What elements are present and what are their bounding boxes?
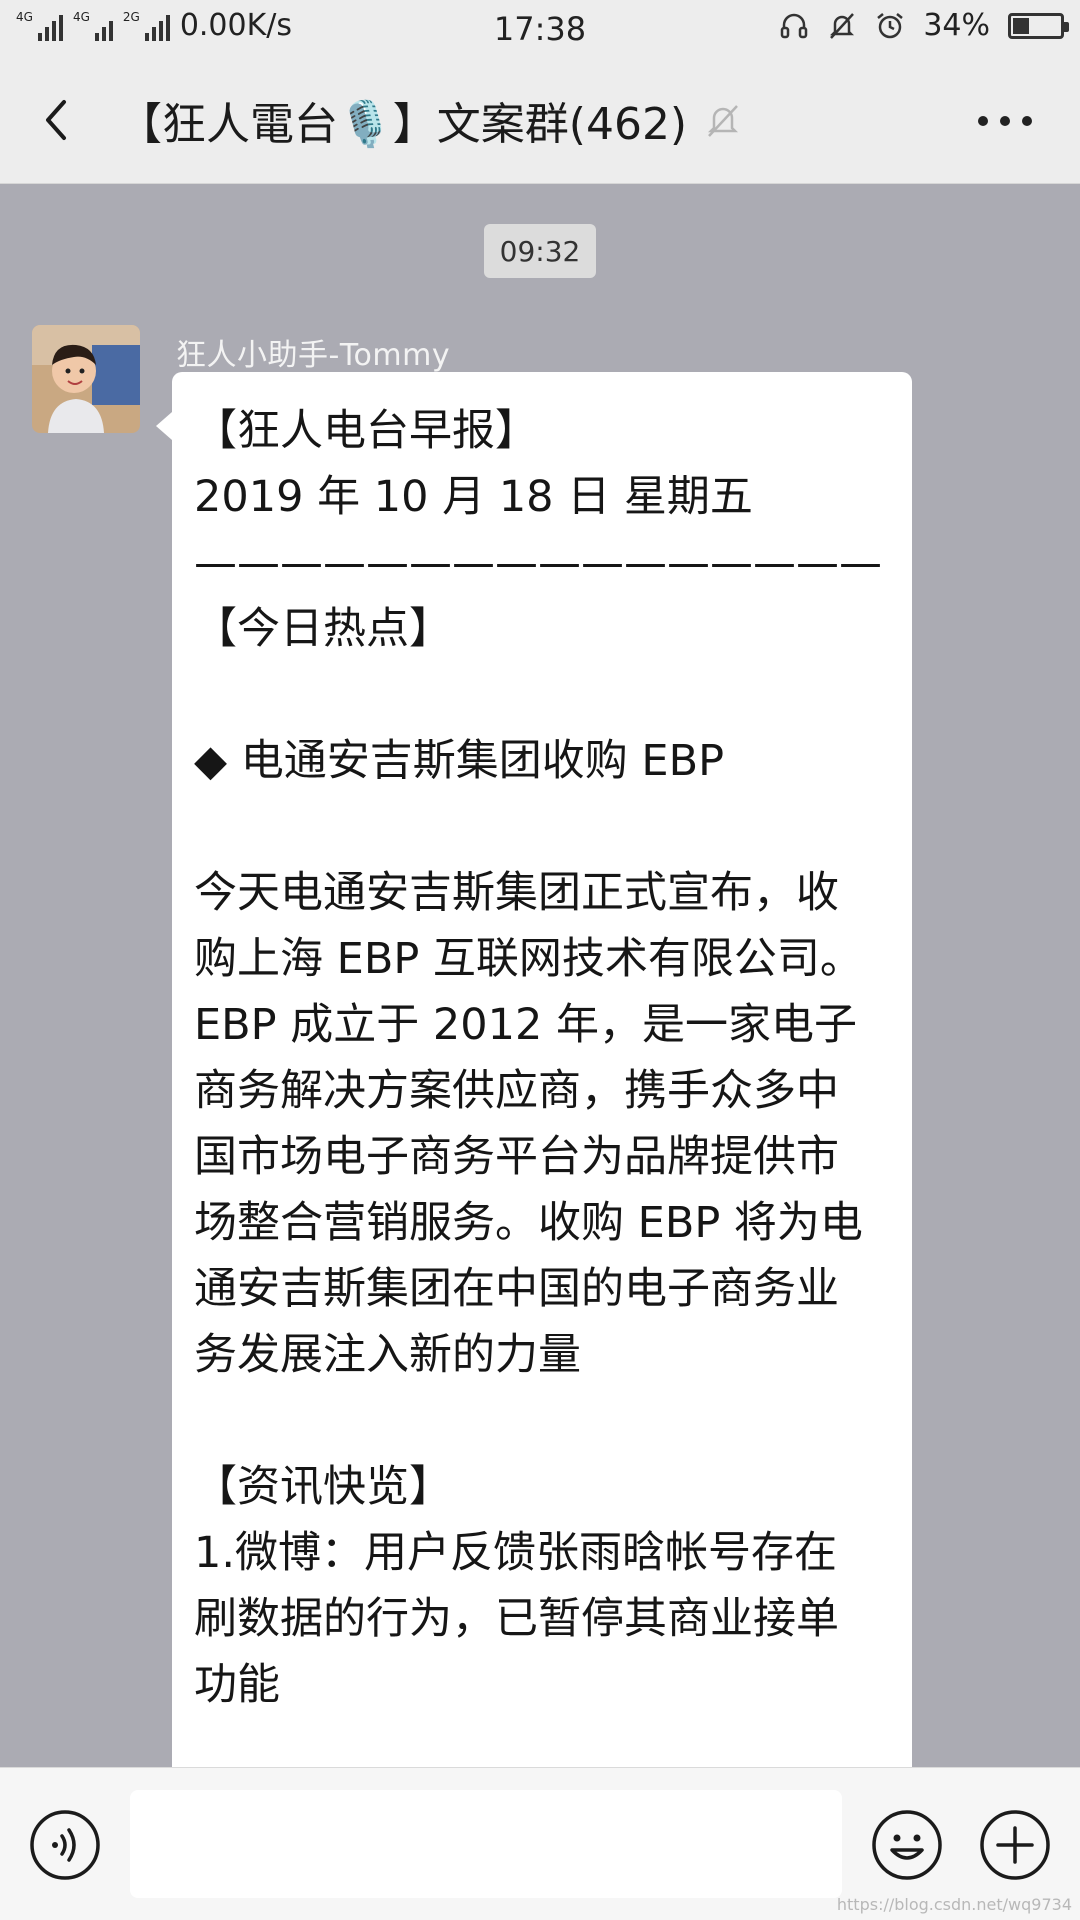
message-text: 【狂人电台早报】 2019 年 10 月 18 日 星期五 ————————————… xyxy=(194,398,890,1718)
avatar[interactable] xyxy=(32,325,140,433)
message-line: EBP 成立于 2012 年，是一家电子 xyxy=(194,1000,858,1050)
back-button[interactable] xyxy=(30,92,86,148)
headset-icon xyxy=(781,13,808,38)
message-line: 今天电通安吉斯集团正式宣布，收 xyxy=(194,868,839,918)
message-line: 商务解决方案供应商，携手众多中 xyxy=(194,1066,839,1116)
message-line: 2019 年 10 月 18 日 星期五 xyxy=(194,472,753,522)
battery-fill xyxy=(1013,17,1029,34)
dot-icon xyxy=(978,116,988,126)
message-line: 【今日热点】 xyxy=(194,604,452,654)
input-bar: https://blog.csdn.net/wq9734 xyxy=(0,1767,1080,1920)
status-right: 34% xyxy=(779,8,1069,43)
message-line: 购上海 EBP 互联网技术有限公司。 xyxy=(194,934,863,984)
mute-icon xyxy=(708,105,739,137)
avatar-image xyxy=(32,325,140,433)
message-line: 国市场电子商务平台为品牌提供市 xyxy=(194,1132,839,1182)
chat-title-wrap: 【狂人電台🎙️】文案群(462) xyxy=(118,88,743,152)
battery-icon xyxy=(1008,12,1069,39)
bell-off-icon xyxy=(830,12,855,39)
chat-header: 【狂人電台🎙️】文案群(462) xyxy=(0,56,1080,184)
voice-input-button[interactable] xyxy=(28,1808,102,1882)
more-options-button[interactable] xyxy=(970,106,1040,136)
message-line: 通安吉斯集团在中国的电子商务业 xyxy=(194,1264,839,1314)
message-line: 场整合营销服务。收购 EBP 将为电 xyxy=(194,1198,863,1248)
chat-area[interactable]: 09:32 狂人小助手-Tommy 【狂人电台早报】 2019 年 10 月 18… xyxy=(0,185,1080,1767)
message-line: ———————————————— xyxy=(194,538,882,588)
message-line: 功能 xyxy=(194,1660,280,1710)
message-line: 1.微博：用户反馈张雨晗帐号存在 xyxy=(194,1528,838,1578)
dot-icon xyxy=(1000,116,1010,126)
watermark: https://blog.csdn.net/wq9734 xyxy=(836,1895,1072,1914)
dot-icon xyxy=(1022,116,1032,126)
message-line xyxy=(194,1388,890,1454)
alarm-icon xyxy=(877,12,904,38)
message-line: 务发展注入新的力量 xyxy=(194,1330,581,1380)
message-line: 【资讯快览】 xyxy=(194,1462,452,1512)
message-line: ◆ 电通安吉斯集团收购 EBP xyxy=(194,736,725,786)
message-bubble[interactable]: 【狂人电台早报】 2019 年 10 月 18 日 星期五 ————————————… xyxy=(156,372,912,1767)
message-line xyxy=(194,794,890,860)
message-timestamp: 09:32 xyxy=(484,224,596,278)
battery-percent: 34% xyxy=(923,8,990,43)
message-line: 刷数据的行为，已暂停其商业接单 xyxy=(194,1594,839,1644)
message-input[interactable] xyxy=(130,1790,842,1898)
message-line: 【狂人电台早报】 xyxy=(194,406,538,456)
more-actions-button[interactable] xyxy=(978,1808,1052,1882)
emoji-button[interactable] xyxy=(870,1808,944,1882)
status-bar: 4G 4G 2G 0.00K/s 17:38 34% xyxy=(0,0,1080,56)
sender-name: 狂人小助手-Tommy xyxy=(176,338,451,373)
message-line xyxy=(194,662,890,728)
chat-title: 【狂人電台🎙️】文案群(462) xyxy=(118,99,688,150)
